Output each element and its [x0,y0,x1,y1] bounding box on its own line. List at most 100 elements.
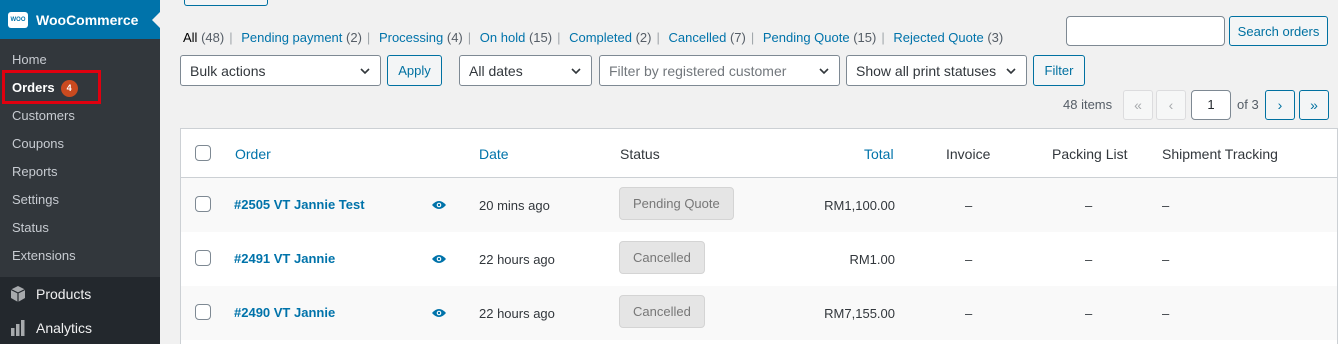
customer-filter-select[interactable]: Filter by registered customer [599,55,840,86]
filter-rejected-quote[interactable]: Rejected Quote (3) [893,30,1003,45]
submenu-item-extensions[interactable]: Extensions [12,248,76,263]
table-row[interactable]: #2491 VT Jannie 22 hours ago Cancelled R… [181,232,1337,286]
items-count: 48 items [1063,97,1113,112]
packing-value: – [1085,252,1093,267]
submenu-item-coupons[interactable]: Coupons [12,136,64,151]
orders-highlight-box [2,70,101,104]
chevron-down-icon [571,68,581,75]
tracking-value: – [1162,252,1170,267]
row-checkbox[interactable] [195,196,211,212]
top-cutoff-button[interactable] [184,0,268,6]
total-pages-label: of 3 [1237,97,1259,112]
filter-on-hold[interactable]: On hold (15) [480,30,552,45]
separator: | [656,30,660,45]
filter-processing[interactable]: Processing (4) [379,30,463,45]
eye-preview-icon[interactable] [431,199,447,211]
prev-page-button[interactable]: ‹ [1156,90,1186,120]
eye-preview-icon[interactable] [431,253,447,265]
submenu-item-customers[interactable]: Customers [12,108,75,123]
filter-count: (15) [853,30,877,45]
filter-label: Completed [569,30,632,45]
filter-count: (4) [446,30,463,45]
chevron-down-icon [1006,68,1016,75]
submenu-item-reports[interactable]: Reports [12,164,58,179]
last-page-button[interactable]: » [1299,90,1329,120]
customer-filter-placeholder: Filter by registered customer [609,62,787,79]
status-filter-links: All (48) | Pending payment (2) | Processin… [183,30,1003,45]
filter-label: On hold [479,30,526,45]
column-packing-list: Packing List [1052,146,1128,162]
menu-item-analytics[interactable]: Analytics [0,311,160,344]
filter-count: (15) [528,30,553,45]
filter-count: (3) [987,30,1004,45]
separator: | [467,30,472,45]
woocommerce-menu-label: WooCommerce [36,11,139,28]
submenu-item-status[interactable]: Status [12,220,49,235]
next-page-button[interactable]: › [1265,90,1295,120]
order-link[interactable]: #2490 VT Jannie [234,305,335,320]
tracking-value: – [1162,198,1170,213]
invoice-value: – [965,306,973,321]
submenu-item-home[interactable]: Home [12,52,47,67]
table-row[interactable]: #2490 VT Jannie 22 hours ago Cancelled R… [181,286,1337,340]
bulk-actions-value: Bulk actions [190,62,266,79]
woocommerce-menu-header[interactable]: WOO WooCommerce [0,0,160,39]
row-checkbox[interactable] [195,304,211,320]
column-shipment-tracking: Shipment Tracking [1162,146,1278,162]
filter-pending-payment[interactable]: Pending payment (2) [241,30,362,45]
dates-value: All dates [469,62,523,79]
separator: | [557,30,561,45]
filter-label: Rejected Quote [893,30,984,45]
menu-item-analytics-label: Analytics [36,320,93,336]
apply-button[interactable]: Apply [387,55,442,86]
column-order[interactable]: Order [235,146,271,162]
separator: | [881,30,885,45]
search-orders-button[interactable]: Search orders [1229,16,1328,46]
order-link[interactable]: #2505 VT Jannie Test [234,197,365,212]
submenu-item-settings[interactable]: Settings [12,192,59,207]
order-total: RM1.00 [849,252,895,267]
separator: | [750,30,755,45]
packing-value: – [1085,198,1093,213]
filter-button[interactable]: Filter [1033,55,1085,86]
filter-count: (2) [635,30,652,45]
bulk-actions-select[interactable]: Bulk actions [180,55,381,86]
filter-pending-quote[interactable]: Pending Quote (15) [763,30,876,45]
select-all-checkbox[interactable] [195,145,211,161]
filter-completed[interactable]: Completed (2) [569,30,651,45]
filter-label: Cancelled [668,30,727,45]
column-status: Status [620,146,660,162]
eye-preview-icon[interactable] [431,307,447,319]
filter-cancelled[interactable]: Cancelled (7) [669,30,746,45]
print-status-select[interactable]: Show all print statuses [846,55,1027,86]
search-orders-input[interactable] [1066,16,1225,46]
row-checkbox[interactable] [195,250,211,266]
orders-table: Order Date Status Total Invoice Packing … [180,128,1338,344]
invoice-value: – [965,252,973,267]
menu-item-products[interactable]: Products [0,277,160,311]
current-page-input[interactable]: 1 [1191,90,1231,120]
order-date: 20 mins ago [479,198,550,213]
status-badge: Pending Quote [619,187,734,220]
filter-count: (7) [729,30,746,45]
order-link[interactable]: #2491 VT Jannie [234,251,335,266]
filter-all-count: (48) [201,30,225,45]
separator: | [366,30,371,45]
order-total: RM7,155.00 [824,306,895,321]
separator: | [229,30,233,45]
orders-content: All (48) | Pending payment (2) | Processin… [160,0,1338,344]
column-invoice: Invoice [946,146,991,162]
filter-all[interactable]: All (48) [183,30,224,45]
dates-select[interactable]: All dates [459,55,592,86]
filter-count: (2) [346,30,362,45]
analytics-bar-icon [9,319,27,337]
column-total[interactable]: Total [864,146,894,162]
order-date: 22 hours ago [479,252,555,267]
table-row[interactable]: #2505 VT Jannie Test 20 mins ago Pending… [181,178,1337,232]
chevron-down-icon [360,68,370,75]
filter-all-label: All [183,30,198,45]
column-date[interactable]: Date [479,146,509,162]
chevron-down-icon [819,68,829,75]
first-page-button[interactable]: « [1123,90,1153,120]
order-total: RM1,100.00 [824,198,895,213]
